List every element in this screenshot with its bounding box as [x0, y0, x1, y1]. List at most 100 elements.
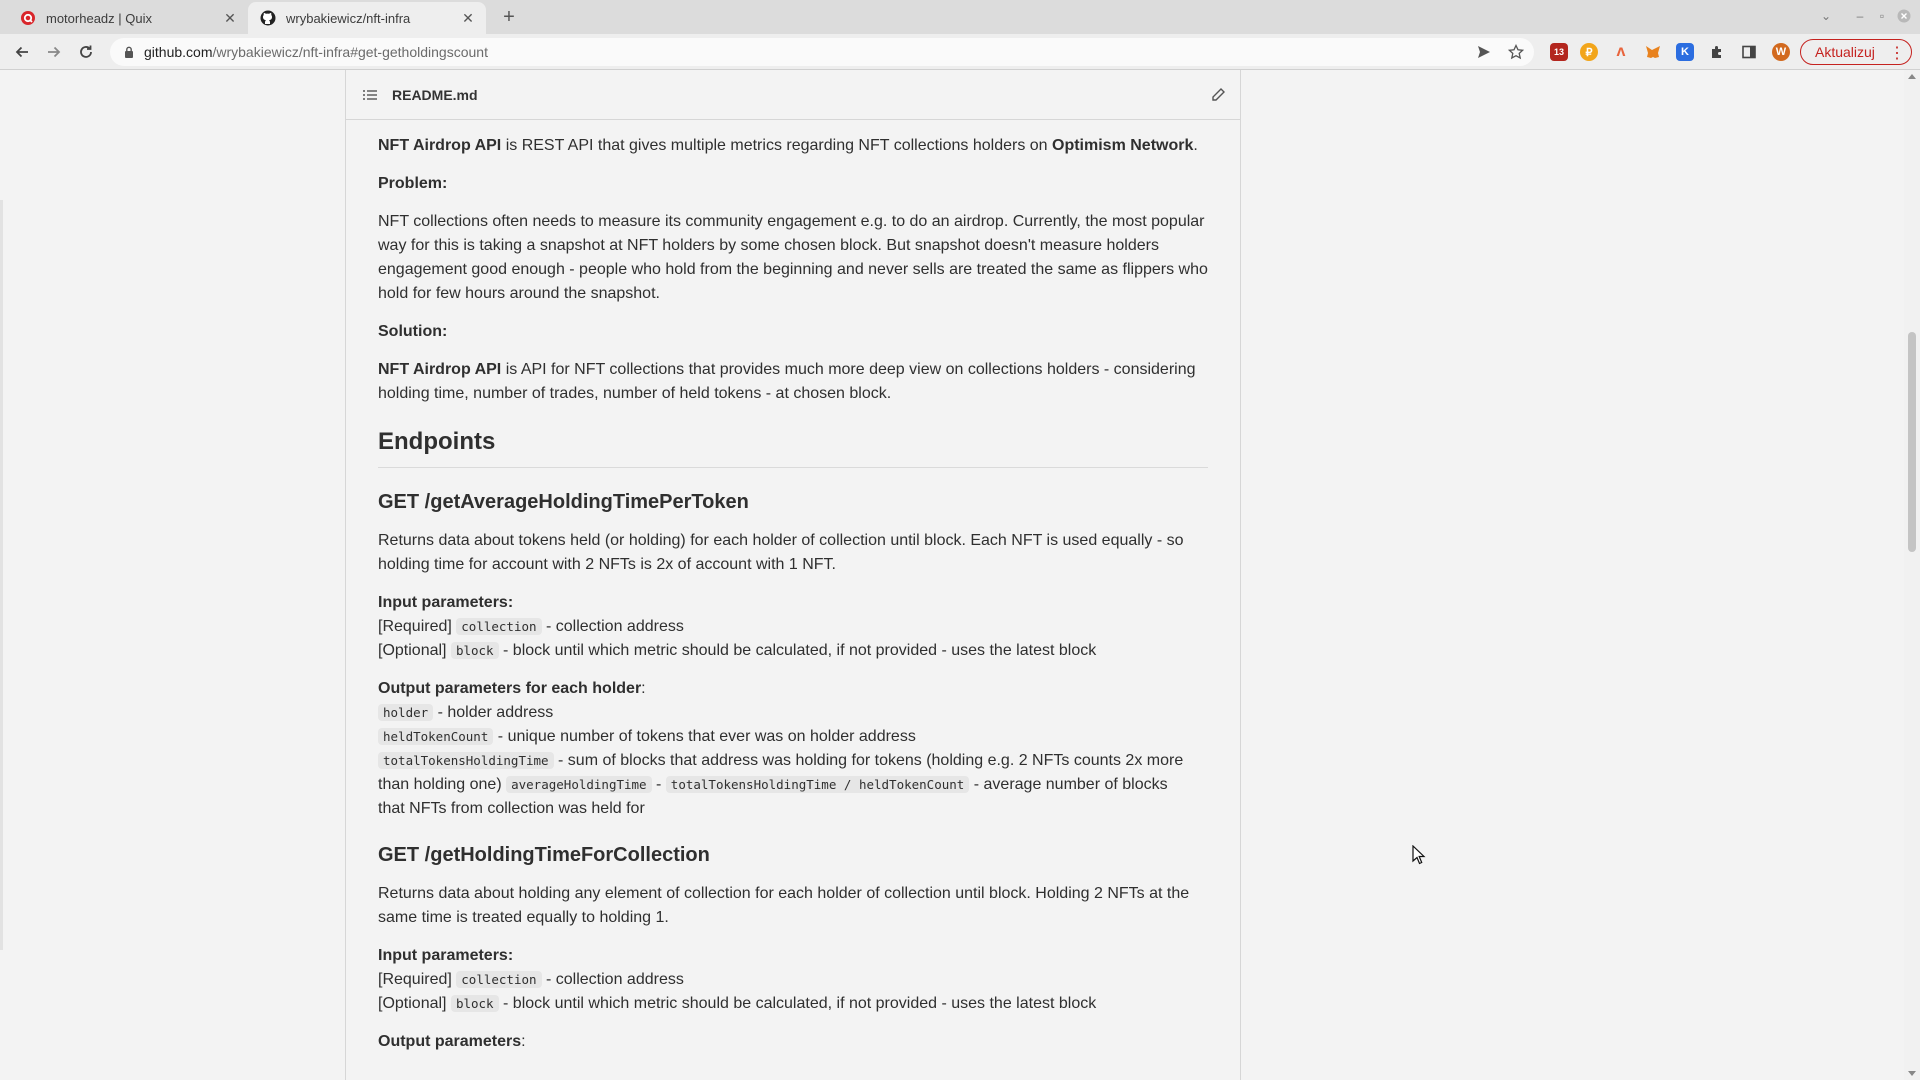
maximize-icon[interactable]: ▫ [1874, 8, 1890, 24]
solution-heading: Solution: [378, 323, 448, 340]
minimize-icon[interactable]: – [1852, 8, 1868, 24]
extension-a-icon[interactable]: ʌ [1612, 43, 1630, 61]
update-button[interactable]: Aktualizuj ⋮ [1800, 39, 1912, 65]
endpoint1-desc-line: holding time for account with 2 NFTs is … [378, 556, 836, 573]
param-desc: - block until which metric should be cal… [498, 642, 1097, 659]
param-desc: - collection address [541, 618, 684, 635]
param-code: heldTokenCount [378, 728, 494, 745]
new-tab-button[interactable]: + [498, 6, 520, 28]
output-colon: : [521, 1033, 526, 1050]
param-code: collection [456, 971, 542, 988]
endpoint2-inputs: Input parameters: [Required] collection … [378, 944, 1208, 1016]
param-code: block [450, 995, 499, 1012]
intro-paragraph: NFT Airdrop API is REST API that gives m… [378, 134, 1208, 158]
reload-icon [80, 45, 92, 58]
metamask-fox-icon[interactable] [1644, 43, 1662, 61]
bookmark-star-icon[interactable] [1508, 44, 1524, 60]
page-scrollbar[interactable] [1904, 70, 1920, 1080]
extension-coin-icon[interactable]: ₽ [1580, 43, 1598, 61]
send-tab-icon[interactable] [1476, 44, 1492, 60]
forward-button[interactable] [44, 42, 64, 62]
param-desc: - average number of blocks [969, 776, 1168, 793]
endpoint1-desc-line: Returns data about tokens held (or holdi… [378, 532, 1184, 549]
param-desc: - sum of blocks that address was holding… [553, 752, 1184, 769]
tab-search-chevron-icon[interactable]: ⌄ [1818, 8, 1834, 24]
tab-motorheadz[interactable]: motorheadz | Quix ✕ [8, 2, 248, 34]
param-separator: - [651, 776, 666, 793]
required-label: [Required] [378, 618, 452, 635]
scroll-up-arrow-icon[interactable] [1908, 74, 1916, 79]
close-tab-icon[interactable]: ✕ [222, 10, 238, 26]
readme-file-name[interactable]: README.md [392, 87, 478, 103]
lock-icon[interactable] [122, 45, 136, 59]
intro-name: NFT Airdrop API [378, 137, 502, 154]
reload-button[interactable] [76, 42, 96, 62]
intro-end: . [1193, 137, 1198, 154]
url-host: github.com [144, 44, 213, 60]
forward-arrow-icon [48, 46, 61, 58]
extensions-puzzle-icon[interactable] [1708, 43, 1726, 61]
output-colon: : [641, 680, 646, 697]
tab-title: motorheadz | Quix [46, 10, 152, 26]
endpoint1-inputs: Input parameters: [Required] collection … [378, 591, 1208, 663]
input-parameters-heading: Input parameters: [378, 594, 514, 611]
markdown-body: NFT Airdrop API is REST API that gives m… [346, 120, 1240, 1054]
problem-line: NFT collections often needs to measure i… [378, 213, 1205, 230]
url-text[interactable]: github.com/wrybakiewicz/nft-infra#get-ge… [144, 44, 488, 60]
param-desc: than holding one) [378, 776, 507, 793]
intro-text: is REST API that gives multiple metrics … [501, 137, 1052, 154]
solution-line: is API for NFT collections that provides… [501, 361, 1196, 378]
param-code: holder [378, 704, 434, 721]
tab-nft-infra[interactable]: wrybakiewicz/nft-infra ✕ [248, 2, 486, 34]
param-desc: - block until which metric should be cal… [498, 995, 1097, 1012]
tab-title: wrybakiewicz/nft-infra [286, 10, 411, 26]
back-button[interactable] [12, 42, 32, 62]
param-desc: - holder address [433, 704, 554, 721]
endpoints-heading: Endpoints [378, 427, 1208, 468]
profile-avatar[interactable]: W [1772, 43, 1790, 61]
address-bar[interactable]: github.com/wrybakiewicz/nft-infra#get-ge… [110, 38, 1534, 66]
intro-network: Optimism Network [1052, 137, 1194, 154]
optional-label: [Optional] [378, 642, 447, 659]
profile-initial: W [1775, 46, 1787, 58]
edit-pencil-icon[interactable] [1210, 87, 1226, 103]
param-code: averageHoldingTime [506, 776, 652, 793]
readme-header: README.md [346, 70, 1240, 120]
problem-line: way for this is taking a snapshot at NFT… [378, 237, 1159, 254]
param-code: block [450, 642, 499, 659]
endpoint-holding-time-collection-title: GET /getHoldingTimeForCollection [378, 844, 710, 866]
param-desc: that NFTs from collection was held for [378, 800, 645, 817]
update-label: Aktualizuj [1815, 44, 1875, 60]
endpoint2-desc-line: same time is treated equally to holding … [378, 909, 669, 926]
extension-calendar-icon[interactable]: 13 [1550, 43, 1568, 61]
output-parameters-heading: Output parameters [378, 1033, 522, 1050]
scrollbar-thumb[interactable] [1908, 332, 1916, 552]
url-path: /wrybakiewicz/nft-infra#get-getholdingsc… [212, 44, 488, 60]
problem-line: engagement good enough - people who hold… [378, 261, 1208, 278]
mouse-cursor-icon [1412, 845, 1426, 865]
endpoint2-outputs: Output parameters: [378, 1030, 1208, 1054]
output-parameters-heading: Output parameters for each holder [378, 680, 642, 697]
close-tab-icon[interactable]: ✕ [460, 10, 476, 26]
outline-list-icon[interactable] [362, 87, 378, 103]
extension-k-icon[interactable]: K [1676, 43, 1694, 61]
param-desc: - collection address [541, 971, 684, 988]
menu-dots-icon[interactable]: ⋮ [1889, 43, 1905, 63]
endpoint2-desc-line: Returns data about holding any element o… [378, 885, 1190, 902]
param-code: totalTokensHoldingTime [378, 752, 554, 769]
extension-badge: 13 [1553, 47, 1564, 57]
param-code: collection [456, 618, 542, 635]
input-parameters-heading: Input parameters: [378, 947, 514, 964]
back-arrow-icon [15, 46, 28, 58]
optional-label: [Optional] [378, 995, 447, 1012]
endpoint-average-holding-time-title: GET /getAverageHoldingTimePerToken [378, 491, 749, 513]
close-window-icon[interactable] [1896, 8, 1912, 24]
browser-toolbar: github.com/wrybakiewicz/nft-infra#get-ge… [0, 34, 1920, 70]
page-content: README.md NFT Airdrop API is REST API th… [0, 70, 1904, 1080]
side-panel-icon[interactable] [1740, 43, 1758, 61]
formula-code: totalTokensHoldingTime / heldTokenCount [665, 776, 970, 793]
problem-heading: Problem: [378, 175, 448, 192]
scroll-down-arrow-icon[interactable] [1908, 1071, 1916, 1076]
problem-paragraph: NFT collections often needs to measure i… [378, 210, 1208, 306]
solution-name: NFT Airdrop API [378, 361, 502, 378]
